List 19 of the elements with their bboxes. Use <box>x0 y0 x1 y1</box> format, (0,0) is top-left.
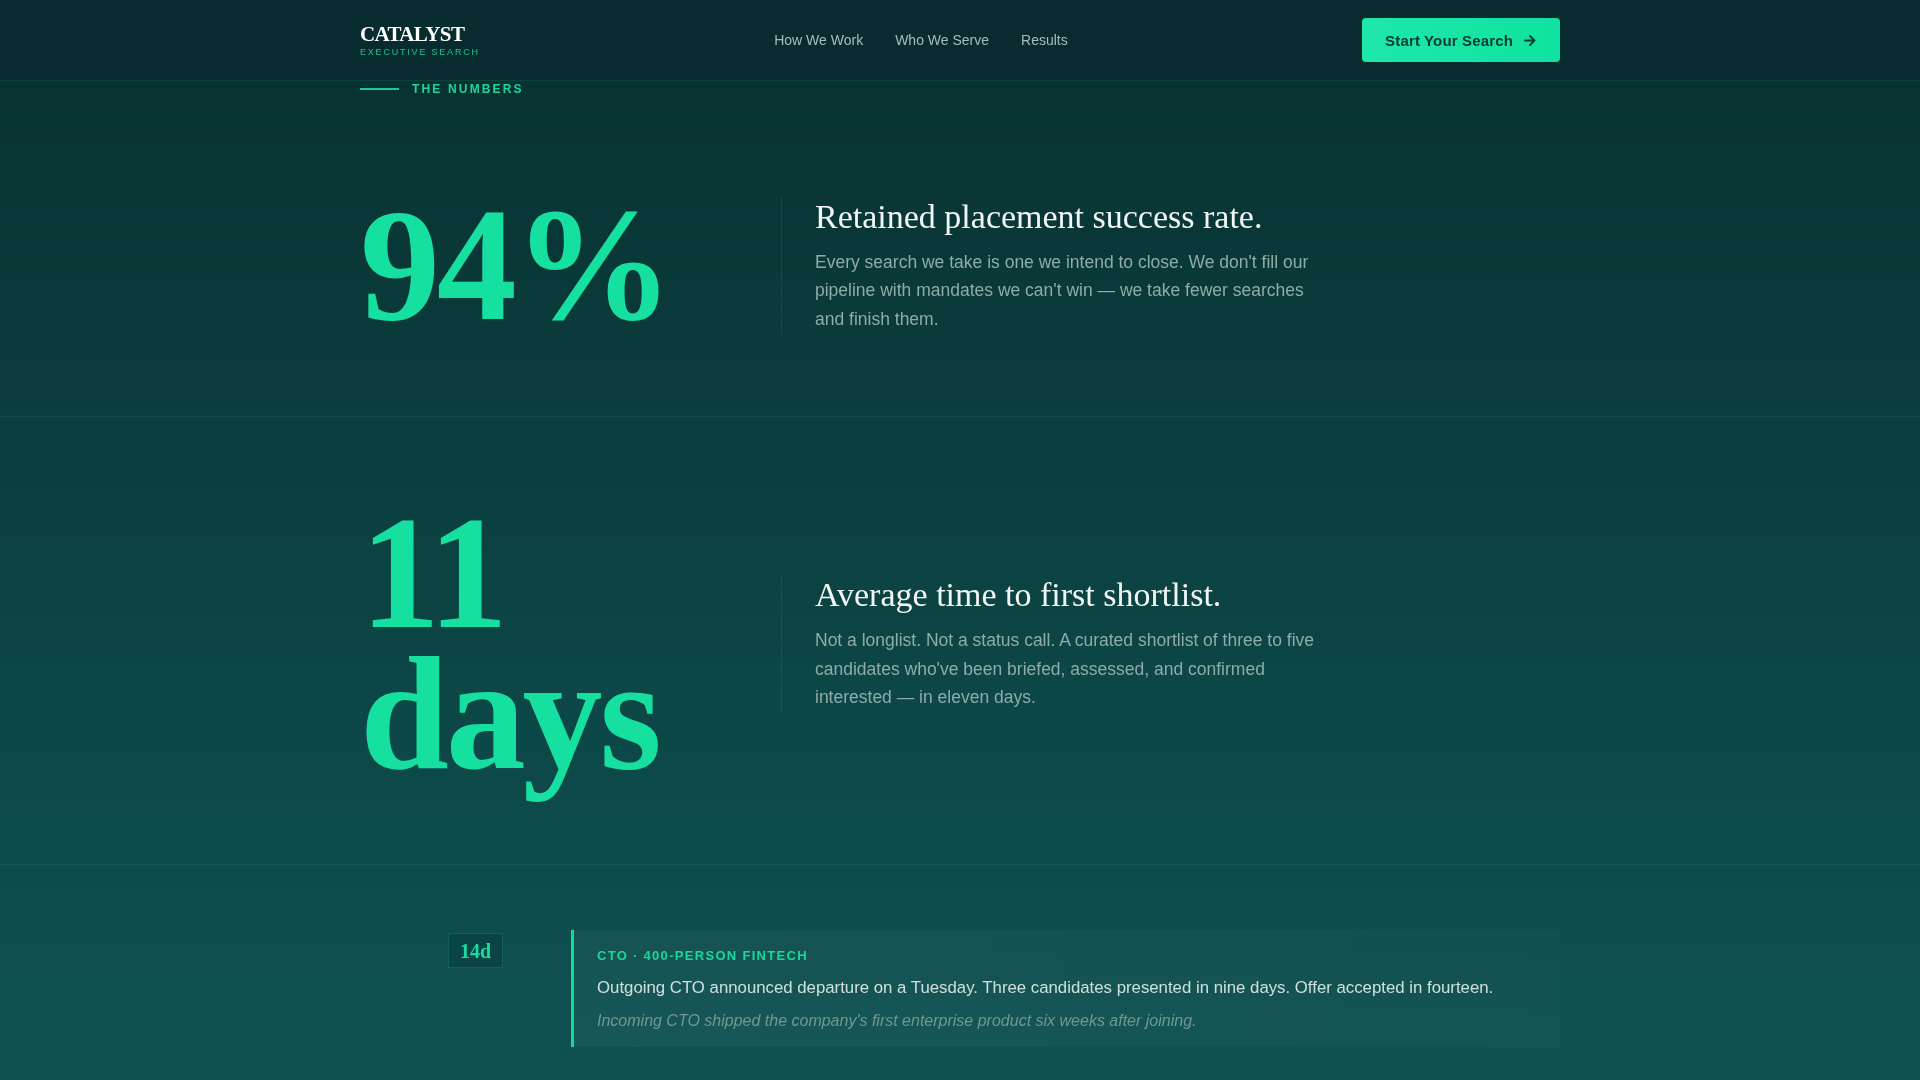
section-eyebrow: THE NUMBERS <box>412 82 524 96</box>
stat-title: Retained placement success rate. <box>815 196 1264 237</box>
case-outcome: Incoming CTO shipped the company's first enterprise product six weeks after joining. <box>597 1011 1198 1032</box>
logo-wordmark: CATALYST <box>360 23 465 45</box>
stat-description: Not a longlist. Not a status call. A curated shortlist of three to five candidates who've been briefed, assessed, and confirmed interested — in eleven days. <box>815 628 1315 710</box>
accent-line <box>360 88 399 90</box>
stat-figure: 94% <box>360 195 672 356</box>
case-role-label: CTO · 400-PERSON FINTECH <box>597 948 809 965</box>
nav-link[interactable]: How We Work <box>774 31 864 49</box>
duration-badge: 14d <box>448 933 504 969</box>
stat-title: Average time to first shortlist. <box>815 575 1223 615</box>
nav-link[interactable]: Who We Serve <box>895 31 990 49</box>
logo-tagline: EXECUTIVE SEARCH <box>360 47 480 57</box>
start-search-button[interactable]: Start Your Search <box>1362 18 1560 62</box>
stat-figure: 11 days <box>360 502 660 805</box>
nav-link[interactable]: Results <box>1021 31 1068 49</box>
arrow-right-icon <box>1524 34 1536 46</box>
case-summary: Outgoing CTO announced departure on a Tuesday. Three candidates presented in nine days. Offer accepted in fourteen. <box>597 977 1495 1000</box>
stat-description: Every search we take is one we intend to close. We don't fill our pipeline with mandates we can't win — we take fewer searches and finish them. <box>815 250 1310 332</box>
